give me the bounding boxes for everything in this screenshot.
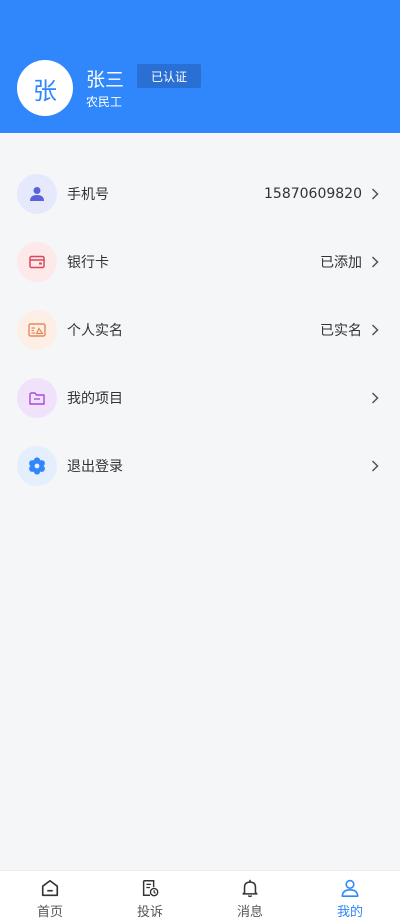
user-name: 张三 [86, 69, 125, 91]
tab-messages[interactable]: 消息 [200, 871, 300, 920]
menu-item-logout[interactable]: 退出登录 [0, 432, 400, 500]
user-icon [341, 879, 359, 897]
menu-item-real-name[interactable]: 个人实名 已实名 [0, 296, 400, 364]
chevron-right-icon [370, 323, 380, 337]
menu-item-my-projects[interactable]: 我的项目 [0, 364, 400, 432]
settings-menu: 手机号 15870609820 银行卡 已添加 个人实名 已实名 我的项目 退出… [0, 160, 400, 500]
chevron-right-icon [370, 255, 380, 269]
wallet-icon [17, 242, 57, 282]
bottom-tab-bar: 首页 投诉 消息 我的 [0, 870, 400, 920]
menu-label: 手机号 [67, 187, 109, 203]
verified-badge: 已认证 [137, 64, 201, 88]
menu-label: 我的项目 [67, 391, 123, 407]
profile-header: 张 张三 农民工 已认证 [0, 0, 400, 133]
tab-label: 首页 [36, 905, 63, 920]
phone-value: 15870609820 [264, 186, 362, 202]
complaint-icon [142, 880, 159, 897]
real-name-status: 已实名 [320, 323, 362, 339]
gear-icon [17, 446, 57, 486]
chevron-right-icon [370, 187, 380, 201]
menu-item-bank-card[interactable]: 银行卡 已添加 [0, 228, 400, 296]
profile-page: 张 张三 农民工 已认证 手机号 15870609820 银行卡 已添加 个人实… [0, 0, 400, 920]
tab-label: 消息 [236, 905, 263, 920]
tab-mine[interactable]: 我的 [300, 871, 400, 920]
menu-label: 银行卡 [67, 255, 109, 271]
bell-icon [242, 879, 258, 898]
user-role: 农民工 [86, 95, 123, 109]
id-card-icon [17, 310, 57, 350]
bank-card-status: 已添加 [320, 255, 362, 271]
folder-icon [17, 378, 57, 418]
tab-label: 我的 [336, 905, 363, 920]
tab-label: 投诉 [136, 905, 163, 920]
menu-item-phone[interactable]: 手机号 15870609820 [0, 160, 400, 228]
avatar[interactable]: 张 [17, 60, 73, 116]
chevron-right-icon [370, 459, 380, 473]
menu-label: 个人实名 [67, 323, 123, 339]
person-icon [17, 174, 57, 214]
chevron-right-icon [370, 391, 380, 405]
menu-label: 退出登录 [67, 459, 123, 475]
home-icon [41, 879, 59, 897]
tab-complaint[interactable]: 投诉 [100, 871, 200, 920]
tab-home[interactable]: 首页 [0, 871, 100, 920]
